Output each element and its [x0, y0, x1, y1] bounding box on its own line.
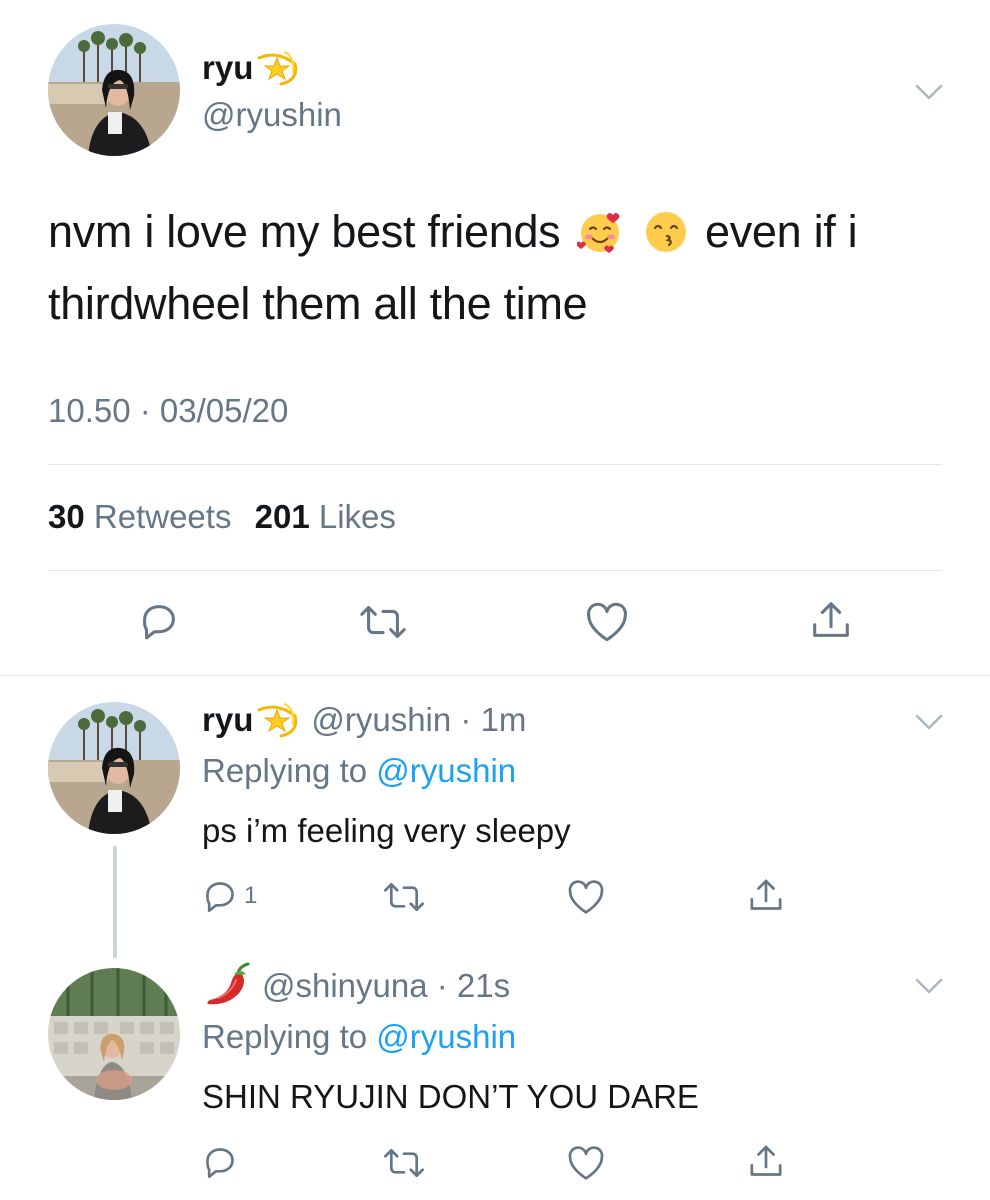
- retweet-icon: [384, 882, 424, 912]
- share-button[interactable]: [746, 1142, 786, 1182]
- tweet-text-part1: nvm i love my best friends: [48, 206, 561, 257]
- tweet-text: nvm i love my best friends even if i thi…: [48, 196, 948, 340]
- share-button[interactable]: [808, 598, 854, 644]
- handle-time[interactable]: @shinyuna · 21s: [262, 967, 510, 1005]
- reply-button[interactable]: [200, 1142, 244, 1182]
- divider: [48, 570, 942, 571]
- tweet-timestamp[interactable]: 10.50 · 03/05/20: [48, 392, 288, 430]
- like-button[interactable]: [584, 600, 630, 644]
- reply-header: ryu @ryushin · 1m: [202, 700, 526, 740]
- likes-count[interactable]: 201: [255, 498, 310, 535]
- replying-to: Replying to @ryushin: [202, 1018, 516, 1056]
- reply-button[interactable]: [136, 598, 182, 644]
- reply-text: ps i’m feeling very sleepy: [202, 812, 571, 849]
- retweets-count[interactable]: 30: [48, 498, 85, 535]
- retweet-button[interactable]: [382, 1144, 426, 1182]
- retweet-button[interactable]: [358, 600, 408, 644]
- reply-text: SHIN RYUJIN DON’T YOU DARE: [202, 1078, 699, 1115]
- handle-time[interactable]: @ryushin · 1m: [311, 701, 526, 739]
- divider: [0, 675, 990, 676]
- replying-to-link[interactable]: @ryushin: [376, 752, 516, 789]
- avatar-ryushin[interactable]: [48, 702, 180, 834]
- retweets-label[interactable]: Retweets: [94, 498, 232, 535]
- share-button[interactable]: [746, 876, 786, 916]
- heart-icon: [587, 602, 627, 642]
- heart-icon: [568, 880, 604, 914]
- thread-line: [113, 846, 117, 958]
- divider: [48, 464, 942, 465]
- hot-pepper-icon: [202, 962, 252, 1010]
- kissing-face-with-smiling-eyes-icon: [643, 209, 689, 255]
- reply-button[interactable]: 1: [200, 876, 257, 916]
- share-icon: [750, 879, 782, 910]
- dizzy-star-icon: [255, 48, 301, 88]
- chevron-down-icon[interactable]: [914, 82, 944, 102]
- handle[interactable]: @ryushin: [202, 96, 342, 134]
- avatar-shinyuna[interactable]: [48, 968, 180, 1100]
- replying-prefix: Replying to: [202, 1018, 368, 1055]
- reply-header: @shinyuna · 21s: [202, 962, 510, 1010]
- display-name-text: ryu: [202, 49, 254, 86]
- retweet-button[interactable]: [382, 878, 426, 916]
- retweet-icon: [360, 606, 406, 638]
- like-button[interactable]: [566, 1144, 606, 1182]
- replying-to-link[interactable]: @ryushin: [376, 1018, 516, 1055]
- heart-icon: [568, 1146, 604, 1180]
- display-name[interactable]: ryu: [202, 48, 301, 88]
- reply-icon: [206, 1148, 234, 1178]
- reply-icon: [143, 605, 175, 640]
- reply-icon: [206, 882, 234, 912]
- tweet-stats: 30 Retweets 201 Likes: [48, 498, 396, 536]
- reply-count: 1: [244, 882, 258, 909]
- retweet-icon: [384, 1148, 424, 1178]
- avatar-ryushin[interactable]: [48, 24, 180, 156]
- share-icon: [813, 602, 849, 637]
- smiling-face-with-hearts-icon: [576, 209, 623, 255]
- replying-prefix: Replying to: [202, 752, 368, 789]
- display-name-text[interactable]: ryu: [202, 701, 253, 739]
- share-icon: [750, 1145, 782, 1176]
- chevron-down-icon[interactable]: [914, 976, 944, 996]
- likes-label[interactable]: Likes: [319, 498, 396, 535]
- dizzy-star-icon: [255, 700, 301, 740]
- replying-to: Replying to @ryushin: [202, 752, 516, 790]
- like-button[interactable]: [566, 878, 606, 916]
- chevron-down-icon[interactable]: [914, 712, 944, 732]
